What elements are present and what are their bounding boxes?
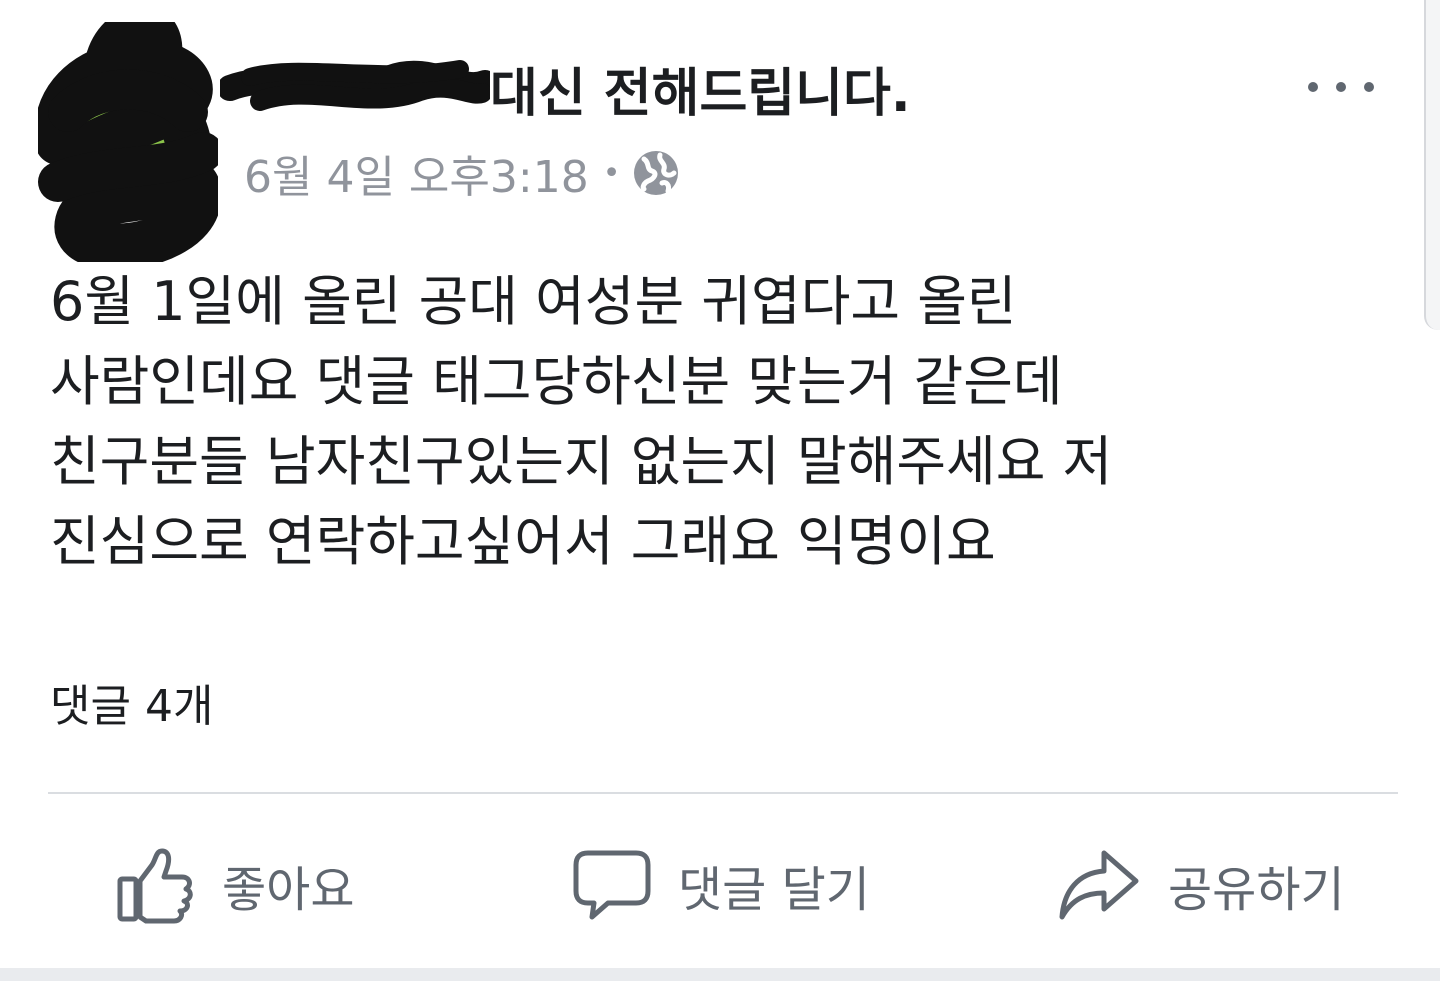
divider [48, 792, 1398, 794]
author-name[interactable]: 대신 전해드립니다. [220, 48, 911, 128]
comment-button[interactable]: 댓글 달기 [572, 820, 870, 950]
comment-count-link[interactable]: 댓글 4개 [50, 670, 213, 734]
post-timestamp[interactable]: 6월 4일 오후3:18 [244, 141, 589, 205]
post-body: 6월 1일에 올린 공대 여성분 귀엽다고 올린 사람인데요 댓글 태그당하신분… [50, 270, 1113, 573]
thumbs-up-icon [117, 848, 193, 924]
share-button[interactable]: 공유하기 [1058, 820, 1345, 950]
avatar-redacted[interactable] [38, 22, 218, 262]
like-button[interactable]: 좋아요 [116, 820, 354, 950]
meta-separator: • [602, 155, 621, 191]
author-name-suffix: 대신 전해드립니다. [490, 63, 911, 124]
screen-edge [1424, 0, 1440, 330]
feed-gap [0, 968, 1440, 981]
post-card: 대신 전해드립니다. 6월 4일 오후3:18 • 6월 1일에 올린 공대 여… [0, 0, 1440, 968]
more-options-button[interactable] [1308, 74, 1374, 100]
more-dot [1364, 82, 1374, 92]
action-bar: 좋아요 댓글 달기 공유하기 [0, 820, 1440, 950]
share-label: 공유하기 [1168, 862, 1345, 918]
comment-label: 댓글 달기 [678, 862, 870, 918]
speech-bubble-icon [573, 850, 651, 920]
share-arrow-icon [1059, 850, 1139, 920]
name-redaction [220, 60, 490, 111]
post-meta: 6월 4일 오후3:18 • [244, 146, 680, 203]
more-horizontal-icon [1308, 82, 1318, 92]
globe-icon [634, 151, 679, 195]
more-dot [1336, 82, 1346, 92]
like-label: 좋아요 [222, 862, 355, 918]
